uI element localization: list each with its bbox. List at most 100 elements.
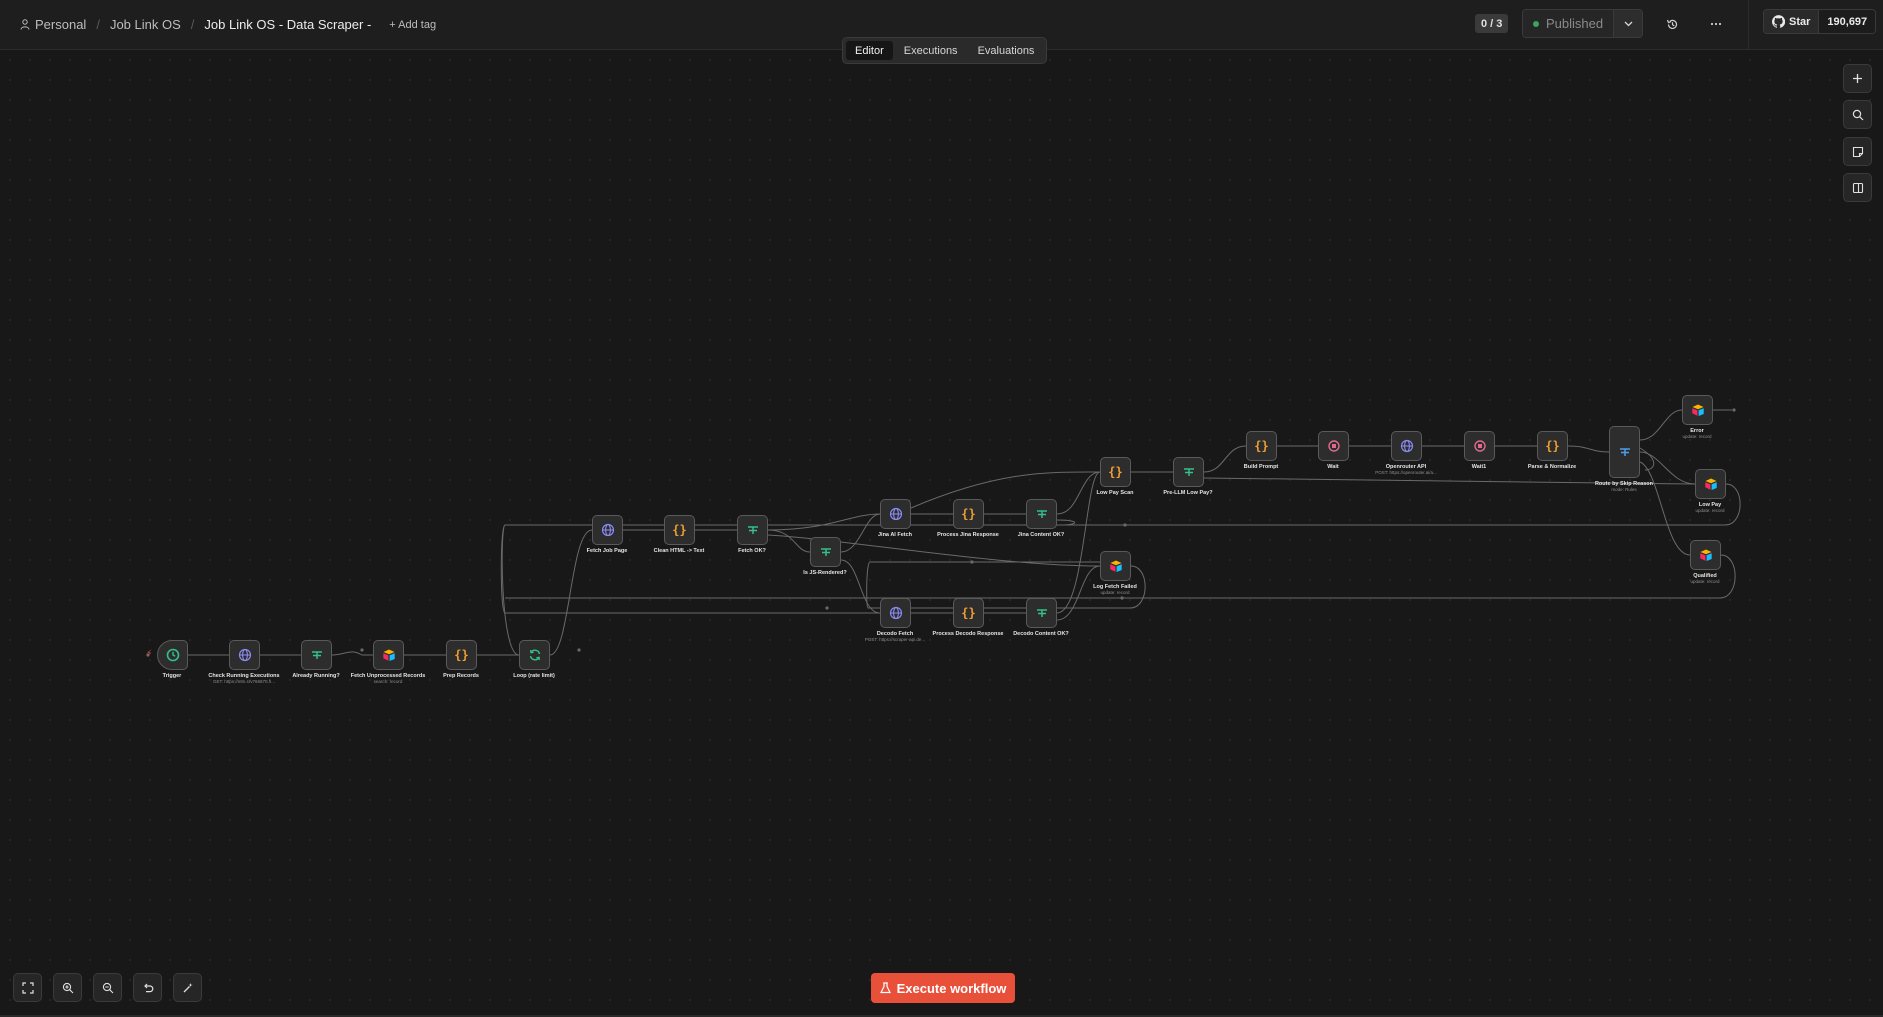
node-qualified[interactable] [1690,540,1721,570]
globe-icon [1400,439,1414,453]
node-jinaok[interactable] [1026,499,1057,529]
tab-evaluations[interactable]: Evaluations [969,41,1044,60]
node-label: Log Fetch Failed update: record [1070,584,1160,596]
node-build[interactable]: {} [1246,431,1277,461]
published-status-dot [1533,20,1539,27]
zoom-in-button[interactable] [53,973,82,1002]
undo-button[interactable] [133,973,162,1002]
node-error[interactable] [1682,395,1713,425]
zoom-in-icon [62,982,73,993]
node-title: Is JS-Rendered? [803,570,847,576]
node-title: Build Prompt [1243,464,1279,470]
node-title: Fetch OK? [738,548,766,554]
node-title: Parse & Normalize [1527,464,1577,470]
node-subtitle: update: record [1690,579,1720,584]
node-label: Pre-LLM Low Pay? [1143,490,1233,496]
node-openrouter[interactable] [1391,431,1422,461]
node-label: Fetch OK? [707,548,797,554]
node-title: Already Running? [292,673,340,679]
node-fetchok[interactable] [737,515,768,545]
node-title: Process Decodo Response [932,631,1004,637]
if-icon [819,545,833,559]
node-procdecodo[interactable]: {} [953,598,984,628]
publish-control: Published [1522,9,1644,38]
code-icon: {} [1254,439,1269,453]
breadcrumb-folder[interactable]: Job Link OS [110,17,181,32]
node-fetchun[interactable] [373,640,404,670]
sticky-note-icon [1852,146,1863,157]
node-jina[interactable] [880,499,911,529]
node-lowpayout[interactable] [1695,469,1726,499]
node-decodo[interactable] [880,598,911,628]
node-logfail[interactable] [1100,551,1131,581]
zoom-to-fit-button[interactable] [13,973,42,1002]
add-node-button[interactable] [1843,64,1872,93]
github-star-button[interactable]: Star [1764,10,1819,33]
breadcrumb: Personal / Job Link OS / Job Link OS - D… [0,17,436,32]
code-icon: {} [454,648,469,662]
node-isjs[interactable] [810,537,841,567]
view-tabs: Editor Executions Evaluations [842,37,1048,64]
node-wait[interactable] [1318,431,1349,461]
node-title: Jina Content OK? [1017,532,1065,538]
more-options-button[interactable] [1706,14,1726,34]
node-title: Pre-LLM Low Pay? [1163,490,1213,496]
panel-icon [1852,182,1863,193]
node-title: Trigger [162,673,182,679]
if-icon [1035,606,1049,620]
node-title: Low Pay Scan [1096,490,1134,496]
node-subtitle: GET: https://n8n.srv766870.h... [212,679,276,684]
node-clean[interactable]: {} [664,515,695,545]
tab-executions[interactable]: Executions [895,41,967,60]
github-star-widget[interactable]: Star 190,697 [1763,9,1877,34]
node-decodook[interactable] [1026,598,1057,628]
node-lowpay[interactable]: {} [1100,457,1131,487]
airtable-icon [1699,548,1713,562]
node-prellm[interactable] [1173,457,1204,487]
execute-workflow-button[interactable]: Execute workflow [871,973,1015,1003]
node-parse[interactable]: {} [1537,431,1568,461]
node-label: Qualified update: record [1660,573,1750,585]
search-nodes-button[interactable] [1843,100,1872,129]
github-icon [1772,15,1785,28]
execute-workflow-label: Execute workflow [896,980,1007,996]
history-icon [1666,19,1677,29]
switch-icon [1618,445,1632,459]
node-loop[interactable] [519,640,550,670]
globe-icon [889,606,903,620]
globe-icon [238,648,252,662]
node-route[interactable] [1609,426,1640,478]
node-subtitle: mode: Rules [1611,487,1637,492]
node-label: Parse & Normalize [1507,464,1597,470]
node-trigger[interactable] [157,640,188,670]
node-check[interactable] [229,640,260,670]
add-tag-button[interactable]: + Add tag [389,19,436,31]
node-subtitle: POST: https://scraper-api.de... [864,637,926,642]
tidy-up-button[interactable] [173,973,202,1002]
node-subtitle: update: record [1695,508,1725,513]
flask-icon [879,982,891,994]
node-prep[interactable]: {} [446,640,477,670]
breadcrumb-project[interactable]: Personal [35,17,86,32]
node-procjina[interactable]: {} [953,499,984,529]
toggle-panel-button[interactable] [1843,173,1872,202]
trigger-marker-icon: ⚡ [146,648,153,658]
tab-editor[interactable]: Editor [846,41,893,60]
code-icon: {} [1108,465,1123,479]
node-label: Is JS-Rendered? [780,570,870,576]
zoom-out-button[interactable] [93,973,122,1002]
wait-icon [1327,439,1341,453]
published-label: Published [1546,16,1604,31]
node-wait1[interactable] [1464,431,1495,461]
chevron-down-icon [1624,21,1633,26]
history-button[interactable] [1662,14,1682,34]
code-icon: {} [672,523,687,537]
node-already[interactable] [301,640,332,670]
node-subtitle: update: record [1100,590,1130,595]
published-button[interactable]: Published [1523,10,1614,37]
node-fetchjob[interactable] [592,515,623,545]
sticky-note-button[interactable] [1843,137,1872,166]
node-subtitle: update: record [1682,434,1712,439]
workflow-name[interactable]: Job Link OS - Data Scraper - [204,17,371,32]
publish-dropdown-button[interactable] [1613,10,1643,37]
